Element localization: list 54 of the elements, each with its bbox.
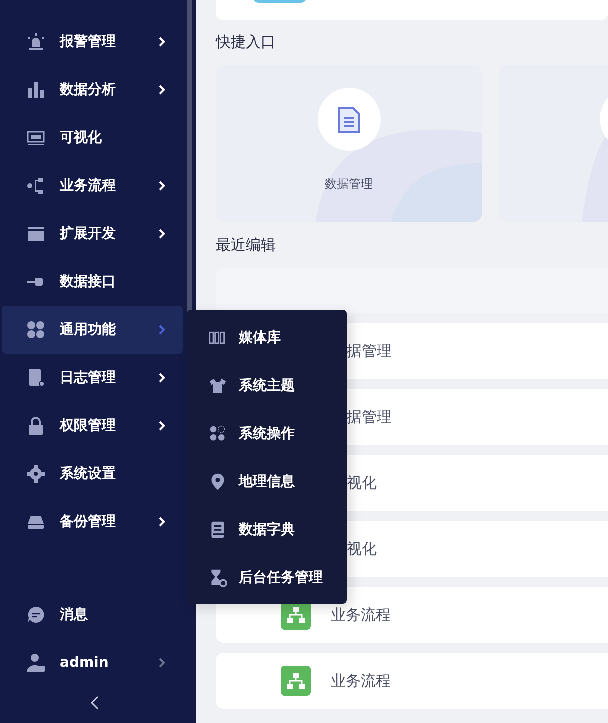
row-label: 视化 (347, 538, 377, 560)
chevron-icon (157, 84, 167, 96)
recent-row[interactable]: 业务流程 (216, 587, 608, 643)
flow-icon (26, 176, 46, 196)
sidebar-item[interactable]: 扩展开发 (2, 210, 183, 258)
sidebar-item[interactable]: 权限管理 (2, 402, 183, 450)
recent-row[interactable]: 业务流程 (216, 653, 608, 709)
sidebar-item[interactable]: 通用功能 (2, 306, 183, 354)
user-icon (26, 653, 46, 673)
sidebar-item[interactable]: 业务流程 (2, 162, 183, 210)
chevron-icon (157, 324, 167, 336)
book-icon (209, 521, 227, 539)
chevron-icon (157, 228, 167, 240)
lock-icon (26, 416, 46, 436)
sidebar-item[interactable]: 备份管理 (2, 498, 183, 546)
settings-icon (26, 464, 46, 484)
shirt-icon (209, 377, 227, 395)
row-label: 业务流程 (331, 670, 391, 692)
shortcut-card[interactable]: 数据管理 (216, 65, 482, 222)
chevron-icon (157, 420, 167, 432)
sidebar-item[interactable]: 日志管理 (2, 354, 183, 402)
section-title: 最近编辑 (216, 234, 277, 256)
shortcut-card[interactable] (499, 65, 608, 222)
alarm-light-icon (26, 32, 46, 52)
row-label: 据管理 (347, 406, 392, 428)
org-chart-icon (281, 666, 311, 696)
columns-icon (209, 329, 227, 347)
sidebar-item[interactable]: admin (2, 639, 183, 687)
four-circles-icon (26, 320, 46, 340)
sidebar-item[interactable]: 消息 (2, 591, 183, 639)
chevron-icon (157, 657, 167, 669)
shortcut-label: 数据管理 (325, 176, 373, 193)
sidebar-item[interactable]: 数据分析 (2, 66, 183, 114)
chevron-icon (157, 372, 167, 384)
dots-icon (209, 425, 227, 443)
section-title: 快捷入口 (216, 32, 277, 54)
sidebar-item[interactable]: 报警管理 (2, 18, 183, 66)
bar-chart-icon (26, 80, 46, 100)
row-label: 据管理 (347, 340, 392, 362)
collapse-icon[interactable] (89, 696, 101, 710)
code-window-icon (26, 224, 46, 244)
chevron-icon (157, 516, 167, 528)
document-gear-icon (26, 368, 46, 388)
scrollbar[interactable] (187, 0, 192, 312)
location-pin-icon (209, 473, 227, 491)
row-label: 业务流程 (331, 604, 391, 626)
sidebar-item[interactable]: 数据接口 (2, 258, 183, 306)
sidebar-item[interactable]: 系统设置 (2, 450, 183, 498)
row-label: 视化 (347, 472, 377, 494)
hourglass-icon (209, 569, 227, 587)
message-icon (26, 605, 46, 625)
chevron-icon (157, 180, 167, 192)
chevron-icon (157, 36, 167, 48)
sidebar-item[interactable]: 可视化 (2, 114, 183, 162)
